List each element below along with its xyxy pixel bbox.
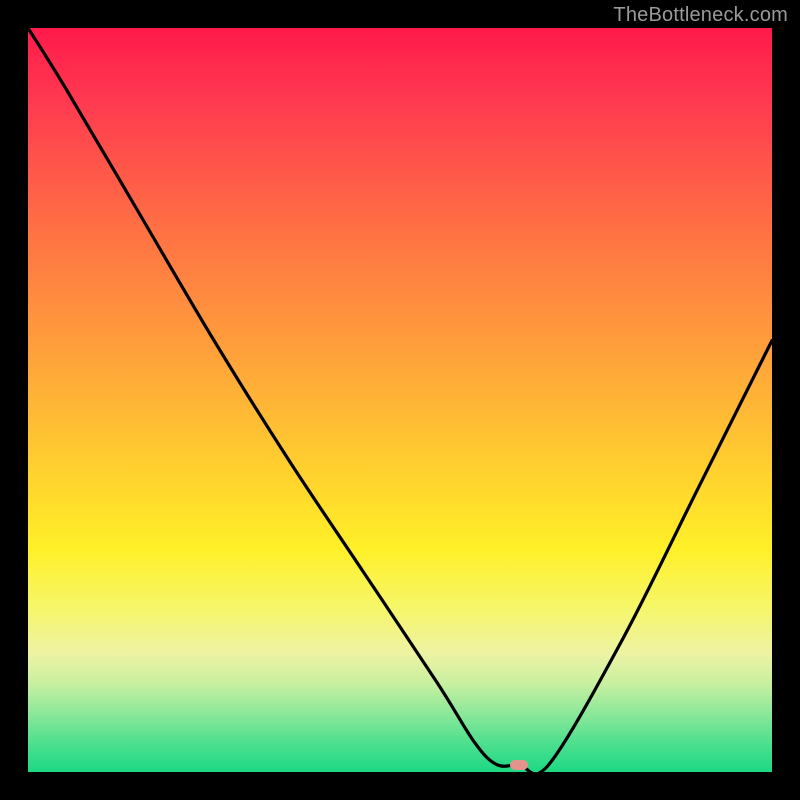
chart-frame: TheBottleneck.com <box>0 0 800 800</box>
watermark-text: TheBottleneck.com <box>613 4 788 27</box>
bottleneck-curve <box>28 28 772 772</box>
plot-area <box>28 28 772 772</box>
minimum-marker <box>510 760 528 770</box>
